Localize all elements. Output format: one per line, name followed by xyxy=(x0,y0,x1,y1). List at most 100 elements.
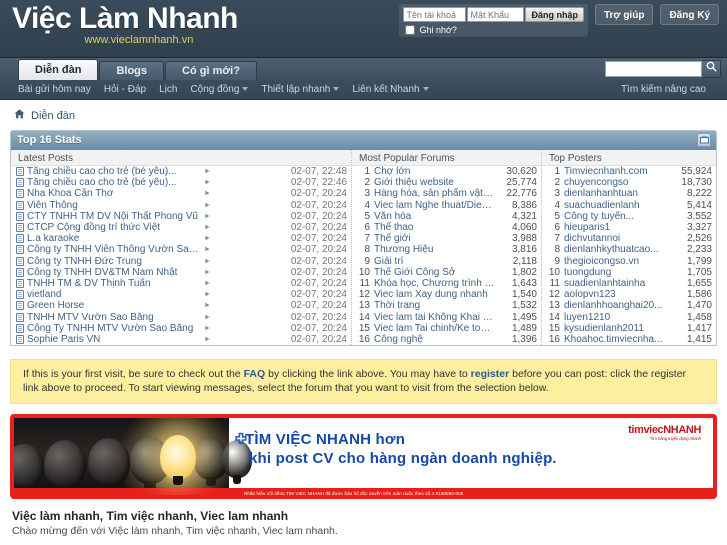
latest-post-row[interactable]: Công ty TNHH DV&TM Nam Nhật ► 02-07, 20:24 xyxy=(11,267,351,278)
goto-last-post-icon[interactable]: ► xyxy=(200,211,285,222)
latest-post-title[interactable]: TNHH TM & DV Thịnh Tuấn xyxy=(27,278,200,289)
popular-forum-name[interactable]: Văn hóa xyxy=(374,211,495,222)
top-poster-row[interactable]: 6 hieuparis1 3,327 xyxy=(542,222,716,233)
top-poster-row[interactable]: 5 Công ty tuyển... 3,552 xyxy=(542,211,716,222)
advanced-search-link[interactable]: Tìm kiếm nâng cao xyxy=(621,84,706,95)
popular-forum-row[interactable]: 10 Thế Giới Công Sở 1,802 xyxy=(352,267,541,278)
top-poster-row[interactable]: 1 Timviecnhanh.com 55,924 xyxy=(542,166,716,177)
latest-post-title[interactable]: CTCP Cộng đồng trí thức Việt xyxy=(27,222,200,233)
popular-forum-row[interactable]: 7 Thế giới 3,988 xyxy=(352,233,541,244)
top-poster-name[interactable]: dienlanhkythuatcao... xyxy=(564,244,672,255)
popular-forum-name[interactable]: Viec lam Tai chinh/Ke toan/Kiem... xyxy=(374,323,495,334)
register-link[interactable]: register xyxy=(471,368,510,380)
latest-post-title[interactable]: Green Horse xyxy=(27,300,200,311)
popular-forum-row[interactable]: 8 Thương Hiệu 3,816 xyxy=(352,244,541,255)
popular-forum-name[interactable]: Viec lam tai Không Khai Bao nhanh xyxy=(374,312,495,323)
banner-ad[interactable]: TÌM VIỆC NHANH hơn khi post CV cho hàng … xyxy=(10,414,717,499)
latest-post-title[interactable]: Công Ty TNHH MTV Vườn Sao Băng xyxy=(27,323,200,334)
popular-forum-name[interactable]: Thương Hiệu xyxy=(374,244,495,255)
top-poster-name[interactable]: dienlanhhoanghai20... xyxy=(564,300,672,311)
top-poster-name[interactable]: dichvutannoi xyxy=(564,233,672,244)
latest-post-title[interactable]: CTY TNHH TM DV Nội Thất Phong Vũ xyxy=(27,211,200,222)
top-poster-row[interactable]: 2 chuyencongso 18,730 xyxy=(542,177,716,188)
popular-forum-row[interactable]: 11 Khóa học, Chương trình đào tạo,... 1,64… xyxy=(352,278,541,289)
latest-post-title[interactable]: Tăng chiều cao cho trẻ (bé yêu)... xyxy=(27,166,200,177)
top-poster-name[interactable]: Timviecnhanh.com xyxy=(564,166,672,177)
latest-post-row[interactable]: vietland ► 02-07, 20:24 xyxy=(11,289,351,300)
popular-forum-name[interactable]: Thời trang xyxy=(374,300,495,311)
top-poster-name[interactable]: suachuadienlanh xyxy=(564,200,672,211)
collapse-icon[interactable] xyxy=(697,133,711,147)
top-poster-row[interactable]: 3 dienlanhanhtuan 8,222 xyxy=(542,188,716,199)
site-brand[interactable]: Việc Làm Nhanh www.vieclamnhanh.vn xyxy=(12,2,238,46)
latest-post-row[interactable]: TNHH MTV Vườn Sao Băng ► 02-07, 20:24 xyxy=(11,311,351,323)
goto-last-post-icon[interactable]: ► xyxy=(200,233,285,244)
latest-post-row[interactable]: CTCP Cộng đồng trí thức Việt ► 02-07, 20:2… xyxy=(11,222,351,233)
subnav-thiet-lap-nhanh[interactable]: Thiết lập nhanh xyxy=(261,84,340,95)
goto-last-post-icon[interactable]: ► xyxy=(200,323,285,334)
popular-forum-row[interactable]: 1 Chợ lớn 30,620 xyxy=(352,166,541,177)
latest-post-row[interactable]: Green Horse ► 02-07, 20:24 xyxy=(11,300,351,311)
popular-forum-row[interactable]: 13 Thời trang 1,532 xyxy=(352,300,541,311)
top-poster-name[interactable]: suadienlanhtainha xyxy=(564,278,672,289)
top-poster-name[interactable]: kysudienlanh2011 xyxy=(564,323,672,334)
popular-forum-name[interactable]: Giải trí xyxy=(374,256,495,267)
goto-last-post-icon[interactable]: ► xyxy=(200,300,285,311)
top-poster-row[interactable]: 14 luyen1210 1,458 xyxy=(542,311,716,323)
popular-forum-name[interactable]: Thế giới xyxy=(374,233,495,244)
subnav-cong-dong[interactable]: Cộng đồng xyxy=(190,84,249,95)
latest-post-row[interactable]: Nha Khoa Cần Thơ ► 02-07, 20:24 xyxy=(11,188,351,199)
top-poster-name[interactable]: thegioicongso.vn xyxy=(564,256,672,267)
latest-post-row[interactable]: CTY TNHH TM DV Nội Thất Phong Vũ ► 02-07, … xyxy=(11,211,351,222)
goto-last-post-icon[interactable]: ► xyxy=(200,166,285,177)
latest-post-title[interactable]: L.a karaoke xyxy=(27,233,200,244)
tab-blogs[interactable]: Blogs xyxy=(99,61,165,80)
top-poster-name[interactable]: tuongdung xyxy=(564,267,672,278)
popular-forum-row[interactable]: 2 Giới thiệu website 25,774 xyxy=(352,177,541,188)
top-poster-row[interactable]: 4 suachuadienlanh 5,414 xyxy=(542,200,716,211)
top-poster-name[interactable]: Công ty tuyển... xyxy=(564,211,672,222)
top-poster-row[interactable]: 8 dienlanhkythuatcao... 2,233 xyxy=(542,244,716,255)
latest-post-title[interactable]: Tăng chiều cao cho trẻ (bé yêu)... xyxy=(27,177,200,188)
popular-forum-row[interactable]: 6 Thể thao 4,060 xyxy=(352,222,541,233)
top-poster-row[interactable]: 15 kysudienlanh2011 1,417 xyxy=(542,323,716,334)
goto-last-post-icon[interactable]: ► xyxy=(200,222,285,233)
latest-post-title[interactable]: Công ty TNHH DV&TM Nam Nhật xyxy=(27,267,200,278)
goto-last-post-icon[interactable]: ► xyxy=(200,244,285,255)
goto-last-post-icon[interactable]: ► xyxy=(200,267,285,278)
popular-forum-row[interactable]: 16 Công nghệ 1,396 xyxy=(352,334,541,345)
top-poster-row[interactable]: 16 Khoahoc.timviecnha... 1,415 xyxy=(542,334,716,345)
latest-post-row[interactable]: L.a karaoke ► 02-07, 20:24 xyxy=(11,233,351,244)
latest-post-title[interactable]: Công ty TNHH Viễn Thông Vườn Sao... xyxy=(27,244,200,255)
latest-post-row[interactable]: Sophie Paris VN ► 02-07, 20:24 xyxy=(11,334,351,345)
tab-co-gi-moi[interactable]: Có gì mới? xyxy=(165,61,257,80)
top-poster-row[interactable]: 12 aolopvn123 1,586 xyxy=(542,289,716,300)
help-button[interactable]: Trợ giúp xyxy=(594,4,654,25)
popular-forum-name[interactable]: Chợ lớn xyxy=(374,166,495,177)
search-icon[interactable] xyxy=(702,60,721,78)
popular-forum-name[interactable]: Hàng hóa, sản phẩm vật chất xyxy=(374,188,495,199)
goto-last-post-icon[interactable]: ► xyxy=(200,177,285,188)
password-input[interactable] xyxy=(467,7,525,22)
popular-forum-name[interactable]: Công nghệ xyxy=(374,334,495,345)
top-poster-name[interactable]: Khoahoc.timviecnha... xyxy=(564,334,672,345)
subnav-bai-gui-hom-nay[interactable]: Bài gửi hôm nay xyxy=(18,84,91,95)
goto-last-post-icon[interactable]: ► xyxy=(200,289,285,300)
goto-last-post-icon[interactable]: ► xyxy=(200,188,285,199)
top-poster-name[interactable]: hieuparis1 xyxy=(564,222,672,233)
latest-post-title[interactable]: Sophie Paris VN xyxy=(27,334,200,345)
latest-post-title[interactable]: Nha Khoa Cần Thơ xyxy=(27,188,200,199)
latest-post-row[interactable]: Tăng chiều cao cho trẻ (bé yêu)... ► 02-07… xyxy=(11,177,351,188)
top-poster-row[interactable]: 11 suadienlanhtainha 1,655 xyxy=(542,278,716,289)
popular-forum-name[interactable]: Viec lam Xay dung nhanh xyxy=(374,289,495,300)
top-poster-name[interactable]: luyen1210 xyxy=(564,312,672,323)
top-poster-row[interactable]: 13 dienlanhhoanghai20... 1,470 xyxy=(542,300,716,311)
tab-dien-dan[interactable]: Diễn đàn xyxy=(18,59,99,80)
latest-post-title[interactable]: TNHH MTV Vườn Sao Băng xyxy=(27,312,200,323)
latest-post-title[interactable]: Công ty TNHH Đức Trung xyxy=(27,256,200,267)
popular-forum-row[interactable]: 14 Viec lam tai Không Khai Bao nhanh 1,495 xyxy=(352,311,541,323)
goto-last-post-icon[interactable]: ► xyxy=(200,312,285,323)
top-poster-row[interactable]: 9 thegioicongso.vn 1,799 xyxy=(542,256,716,267)
subnav-lien-ket-nhanh[interactable]: Liên kết Nhanh xyxy=(352,84,429,95)
top-poster-row[interactable]: 10 tuongdung 1,705 xyxy=(542,267,716,278)
